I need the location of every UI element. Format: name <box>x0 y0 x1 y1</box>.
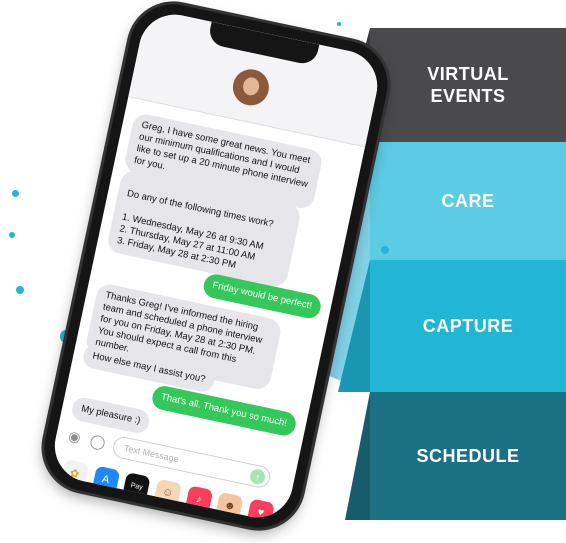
connector-tab-4 <box>345 392 370 520</box>
connector-tab-3 <box>338 260 370 392</box>
step-connector-tabs <box>338 28 370 520</box>
decor-dot <box>16 286 24 294</box>
decor-dot <box>60 330 71 343</box>
decor-dot <box>365 118 377 132</box>
decor-dot <box>337 22 341 26</box>
decor-dot <box>9 232 15 238</box>
decor-dot <box>64 386 71 393</box>
decor-dot <box>12 190 19 197</box>
decor-dot <box>381 246 389 254</box>
